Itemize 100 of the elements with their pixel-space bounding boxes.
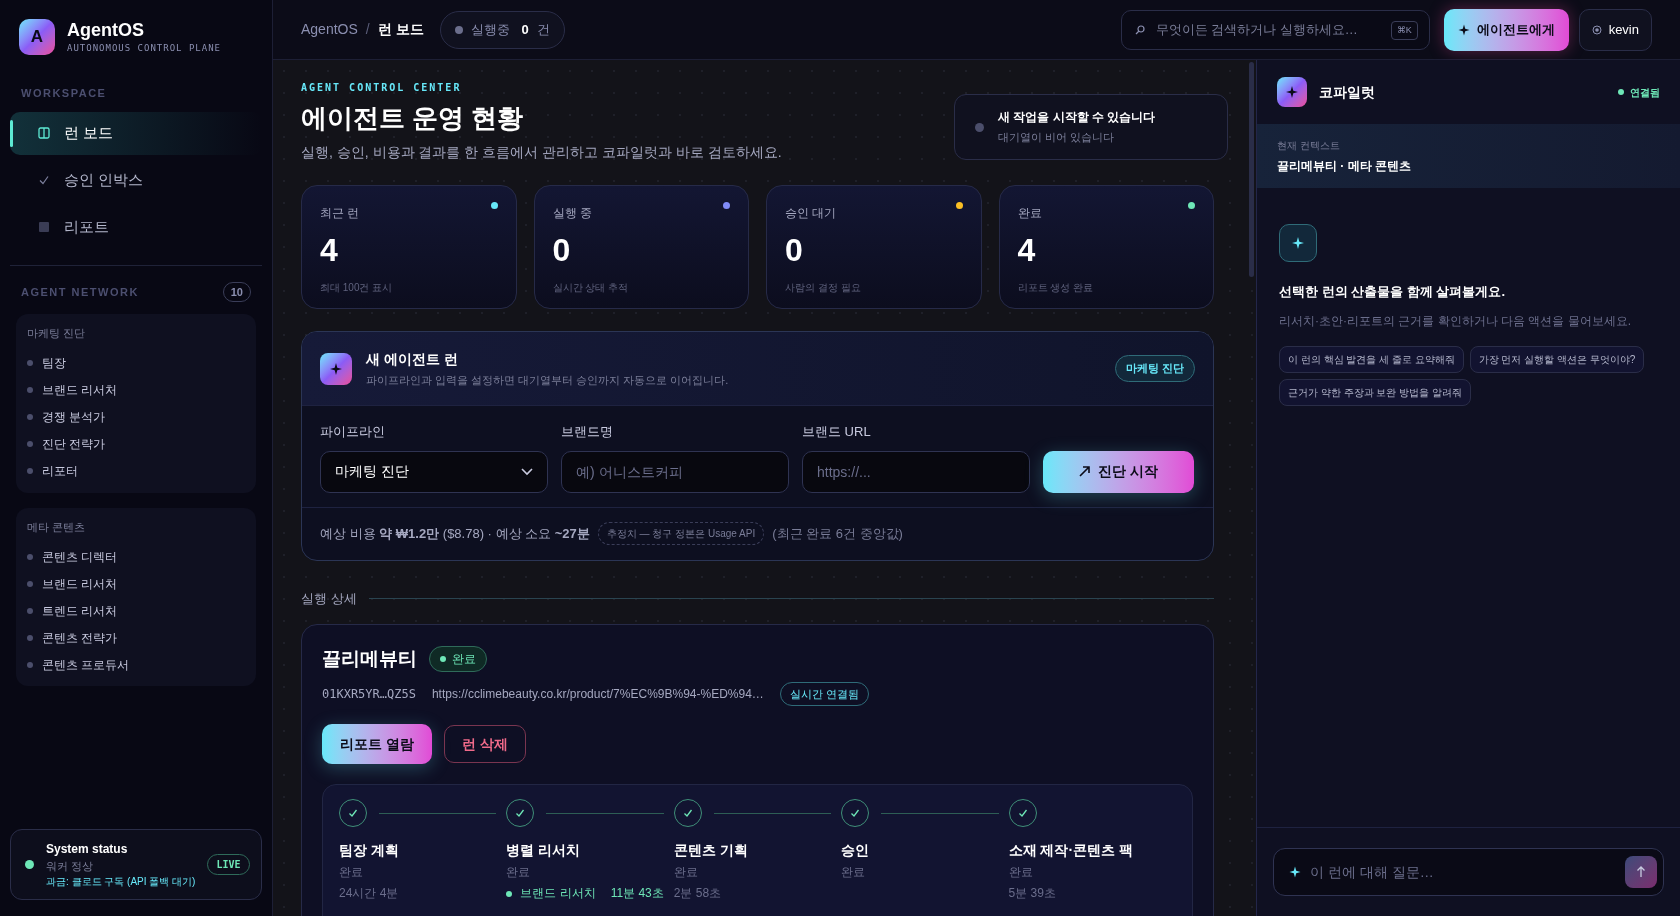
start-button[interactable]: 진단 시작 [1043, 450, 1194, 493]
agent-name: 리포터 [42, 463, 78, 480]
sparkle-icon [320, 352, 352, 385]
step-duration: 24시간 4분 [339, 886, 400, 901]
pipeline-select[interactable]: 마케팅 진단 [320, 450, 548, 493]
section-heading: AGENT NETWORK [21, 284, 139, 300]
notice-title: 새 작업을 시작할 수 있습니다 [998, 109, 1156, 127]
open-report-button[interactable]: 리포트 열람 [322, 724, 432, 764]
status-text: 워커 정상 [46, 858, 95, 874]
agent-name: 진단 전략가 [42, 436, 106, 453]
send-button[interactable] [1625, 856, 1657, 888]
sparkle-icon [1279, 224, 1317, 262]
substep-duration: 11분 43초 [610, 886, 664, 901]
square-icon [38, 221, 50, 233]
group-title: 마케팅 진단 [27, 326, 87, 341]
group-title: 메타 콘텐츠 [27, 519, 87, 535]
app-name: AgentOS [67, 19, 145, 42]
stat-value: 4 [1017, 234, 1037, 266]
context-label: 현재 컨텍스트 [1277, 138, 1341, 153]
text-input-field[interactable]: 예) 어니스트커피 [561, 450, 789, 493]
step-status: 완료 [506, 865, 532, 880]
pipeline-badge: 마케팅 진단 [1114, 355, 1195, 382]
agent-name: 브랜드 리서처 [42, 575, 118, 593]
shortcut-key: ⌘K [1390, 20, 1418, 40]
field-label: 파이프라인 [320, 423, 386, 441]
eyebrow-label: AGENT CONTROL CENTER [301, 81, 463, 95]
status-badge: 완료 [429, 646, 487, 673]
step-duration: 2분 58초 [673, 886, 723, 901]
card-subtitle: 파이프라인과 입력을 설정하면 대기열부터 승인까지 자동으로 이어집니다. [366, 372, 730, 388]
estimate-note: (최근 완료 6건 중앙값) [772, 524, 903, 543]
step-status: 완료 [1008, 865, 1034, 880]
panel-title: 코파일럿 [1319, 82, 1375, 102]
nav-item[interactable]: 리포트 [10, 205, 262, 249]
sparkle-icon [1277, 77, 1307, 107]
radio-icon [1591, 24, 1602, 35]
estimate-text: 예상 비용 약 ₩1.2만 ($8.78) · 예상 소요 ~27분 [320, 524, 590, 543]
suggestion-chip[interactable]: 가장 먼저 실행할 액션은 무엇이야? [1469, 345, 1645, 373]
status-title: System status [46, 840, 129, 858]
running-label: 실행중 [470, 20, 510, 39]
connection-status: 연결됨 [1618, 84, 1660, 100]
stat-caption: 리포트 생성 완료 [1017, 281, 1095, 295]
arrow-up-right-icon [1079, 466, 1091, 477]
section-title: 실행 상세 [301, 589, 357, 608]
app-tagline: AUTONOMOUS CONTROL PLANE [67, 41, 222, 55]
delete-run-button[interactable]: 런 삭제 [443, 725, 526, 763]
step-status: 완료 [339, 865, 364, 880]
stat-value: 0 [785, 234, 804, 266]
context-value: 끌리메뷰티 · 메타 콘텐츠 [1277, 157, 1412, 175]
breadcrumb-link[interactable]: AgentOS [301, 19, 358, 40]
step-title: 콘텐츠 기획 [673, 841, 749, 859]
suggestion-chip[interactable]: 근거가 약한 주장과 보완 방법을 알려줘 [1279, 378, 1471, 406]
sparkle-icon [1289, 866, 1301, 878]
agent-name: 경쟁 분석가 [42, 409, 106, 426]
running-unit: 건 [536, 20, 550, 39]
suggestion-chip[interactable]: 이 런의 핵심 발견을 세 줄로 요약해줘 [1279, 345, 1464, 373]
notice-text: 대기열이 비어 있습니다 [998, 130, 1116, 146]
text-input-field[interactable]: https://... [802, 450, 1030, 493]
step-status: 완료 [841, 865, 867, 880]
breadcrumb-current: 런 보드 [377, 20, 424, 39]
search-icon [1134, 24, 1145, 35]
question-input-field[interactable]: 이 런에 대해 질문… [1273, 848, 1664, 896]
stat-caption: 사람의 결정 필요 [785, 281, 862, 295]
step-status: 완료 [673, 865, 699, 880]
agent-button[interactable]: 에이전트에게 [1443, 8, 1569, 51]
run-brand: 끌리메뷰티 [322, 647, 417, 671]
agent-name: 트렌드 리서처 [42, 602, 118, 620]
breadcrumb-separator: / [365, 20, 370, 39]
agent-name: 브랜드 리서처 [42, 382, 118, 399]
stat-label: 실행 중 [552, 205, 593, 222]
running-count: 0 [521, 20, 529, 39]
app-logo: A [19, 19, 55, 55]
step-title: 승인 [841, 841, 871, 859]
billing-text: 과금: 클로드 구독 (API 폴백 대기) [46, 875, 196, 889]
section-heading: WORKSPACE [20, 86, 108, 101]
page-title: 에이전트 운영 현황 [301, 102, 525, 135]
nav-item[interactable]: 승인 인박스 [10, 158, 262, 202]
step-title: 병렬 리서치 [506, 841, 582, 859]
sparkle-icon [1457, 23, 1470, 36]
agent-name: 콘텐츠 디렉터 [42, 548, 118, 566]
board-icon [38, 127, 50, 139]
step-title: 소재 제작·콘텐츠 팩 [1008, 841, 1135, 859]
run-id: 01KXR5YR…QZ5S [322, 685, 416, 703]
chevron-down-icon [521, 467, 533, 476]
intro-text: 리서치·초안·리포트의 근거를 확인하거나 다음 액션을 물어보세요. [1279, 312, 1632, 330]
run-url: https://cclimebeauty.co.kr/product/7%EC%9B%94-%ED%94… [431, 685, 764, 703]
stat-value: 0 [552, 234, 572, 266]
page-subtitle: 실행, 승인, 비용과 결과를 한 흐름에서 관리하고 코파일럿과 바로 검토하세요. [301, 143, 783, 162]
check-icon [38, 174, 50, 186]
field-label: 브랜드명 [561, 423, 614, 441]
stat-label: 최근 런 [320, 205, 361, 222]
stat-label: 완료 [1017, 205, 1043, 222]
agent-name: 콘텐츠 프로듀서 [42, 656, 130, 674]
stat-caption: 최대 100건 표시 [320, 281, 394, 295]
user-button[interactable]: kevin [1578, 8, 1652, 51]
agent-name: 콘텐츠 전략가 [42, 629, 118, 647]
stat-label: 승인 대기 [785, 205, 838, 222]
field-label: 브랜드 URL [802, 423, 872, 441]
stat-value: 4 [320, 234, 339, 266]
arrow-up-icon [1636, 866, 1646, 878]
step-title: 팀장 계획 [339, 841, 400, 859]
